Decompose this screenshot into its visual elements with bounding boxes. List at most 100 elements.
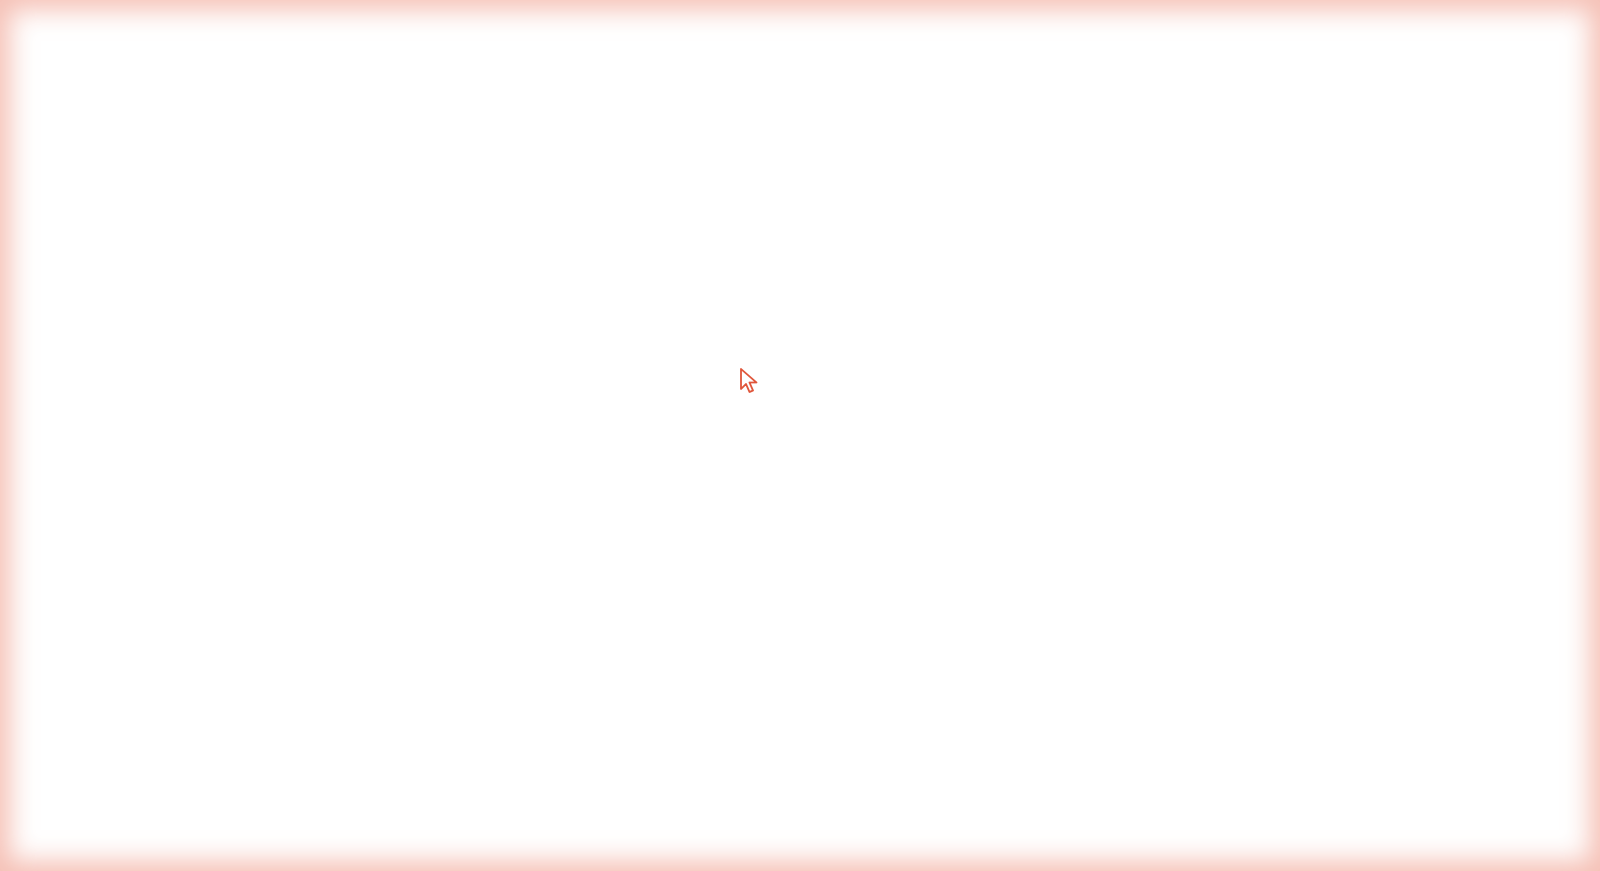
list-icon bbox=[1383, 282, 1396, 296]
from-meetings-button[interactable]: 📅 Originados de reuniões bbox=[804, 272, 1016, 307]
card-title: Redução do ciclo de vendas via educação … bbox=[323, 779, 535, 817]
search-input[interactable]: Buscar por título ou código... bbox=[296, 223, 529, 258]
close-icon[interactable] bbox=[1513, 90, 1527, 104]
trend-icon bbox=[35, 354, 52, 364]
help-circle-icon[interactable] bbox=[1557, 281, 1574, 298]
trash-icon[interactable] bbox=[530, 412, 544, 427]
column-title-pausado: Pausado (0) bbox=[957, 352, 1043, 369]
new-plan-button[interactable]: Novo Plano bbox=[1123, 21, 1261, 58]
type-select[interactable]: Todos os tipos bbox=[919, 223, 1100, 258]
show-inactive-button[interactable]: Exibir inativos bbox=[642, 272, 790, 307]
drag-handle-icon[interactable] bbox=[554, 413, 566, 427]
drag-handle-icon[interactable] bbox=[554, 751, 566, 765]
status-select[interactable]: Todos os status bbox=[542, 223, 701, 258]
sidebar-divider bbox=[0, 123, 270, 124]
sidebar-item-calendario[interactable]: Calendário bbox=[17, 193, 253, 235]
clipboard-list-icon bbox=[36, 473, 52, 491]
sidebar-item-label: Indicadores bbox=[68, 349, 146, 367]
show-inactive-label: Exibir inativos bbox=[681, 281, 774, 298]
page-title-text: Planos de Ação bbox=[305, 16, 446, 37]
sidebar-item-planejamento[interactable]: Planejamento Estratégico bbox=[17, 282, 253, 328]
priority-select[interactable]: Todas prioridades bbox=[712, 223, 885, 258]
kanban-card[interactable]: PA-2026-004 Alta Demonstração rápida de … bbox=[305, 561, 587, 715]
bell-icon[interactable] bbox=[1491, 28, 1513, 50]
sidebar-voltar-site[interactable]: Voltar ao Site bbox=[17, 766, 253, 806]
sidebar-item-label: Planejamento Estratégico bbox=[68, 286, 160, 324]
kanban-card[interactable]: PA-2026-003 Alta Redução do ciclo de ven… bbox=[305, 730, 587, 871]
sidebar-item-indicadores[interactable]: Indicadores bbox=[17, 337, 253, 379]
help-circle-icon[interactable] bbox=[454, 18, 471, 36]
column-empty-finalizado: Nenhum plano bbox=[1371, 418, 1453, 432]
help-circle-icon[interactable] bbox=[891, 232, 908, 249]
sidebar-item-reunioes[interactable]: Reuniões bbox=[17, 538, 253, 580]
sidebar-item-checklists[interactable]: Checklists & Pesquisas bbox=[17, 584, 253, 626]
trash-icon[interactable] bbox=[852, 412, 866, 427]
chevron-down-icon bbox=[1453, 238, 1463, 245]
export-csv-button[interactable]: CSV bbox=[929, 21, 1009, 58]
progress-label: 0% bbox=[874, 490, 893, 504]
company-name: MVD Demonstração Ltda bbox=[25, 76, 179, 91]
sidebar-item-inicio[interactable]: Início bbox=[17, 147, 253, 189]
view-dashboard-button[interactable]: Dashboard bbox=[1249, 273, 1370, 306]
date-to-input[interactable]: dd/mm/aaaa bbox=[473, 272, 630, 307]
priority-select-value: Todas prioridades bbox=[725, 232, 844, 249]
filters-toolbar: Buscar por título ou código... Todos os … bbox=[271, 210, 1600, 320]
kanban-card[interactable]: PA-2026-001 Alta Eliminar acúmulo de ite… bbox=[627, 392, 909, 546]
sidebar-item-chamados[interactable]: Chamados bbox=[17, 629, 253, 671]
export-excel-label: Excel bbox=[1059, 31, 1096, 48]
progress-label: 0% bbox=[552, 828, 571, 842]
new-plan-label: Novo Plano bbox=[1165, 31, 1243, 48]
priority-badge: Alta bbox=[478, 747, 523, 768]
date-range-separator: a bbox=[459, 286, 467, 301]
export-excel-button[interactable]: Excel bbox=[1022, 21, 1109, 58]
user-avatar[interactable]: D bbox=[1532, 22, 1566, 56]
sparkles-icon bbox=[1293, 33, 1308, 47]
sidebar-termos[interactable]: Termos e Políticas bbox=[17, 720, 253, 760]
chevron-down-icon bbox=[1241, 238, 1251, 245]
help-button[interactable]: Ajuda bbox=[1381, 21, 1471, 58]
sidebar-item-label: Chamados bbox=[68, 641, 141, 659]
sidebar-item-label: Reuniões bbox=[68, 550, 132, 568]
sidebar-sair[interactable]: Sair bbox=[17, 812, 253, 852]
page-subtitle: Gerencie planos com metodologia 5W2H bbox=[305, 46, 579, 63]
area-select[interactable]: Todas áreas bbox=[1114, 223, 1262, 258]
quota-badge[interactable]: 5.5/250 bbox=[1277, 27, 1371, 53]
kanban-icon bbox=[1461, 282, 1476, 297]
sidebar-item-planos-de-acao[interactable]: Planos de Ação bbox=[17, 461, 253, 503]
drag-handle-icon[interactable] bbox=[876, 413, 888, 427]
sidebar-item-label: Projetos bbox=[68, 427, 124, 445]
kanban-card[interactable]: PA-2026-005 Alta Estratégia de canais in… bbox=[305, 392, 587, 546]
trash-icon[interactable] bbox=[530, 750, 544, 765]
target-icon bbox=[35, 296, 53, 314]
progress-bar bbox=[645, 495, 866, 500]
sidebar-item-projetos[interactable]: Projetos bbox=[17, 415, 253, 457]
date-from-value: dd/mm/aaaa bbox=[309, 281, 393, 298]
main-content: Tudo que sua equipe precisa executar Cad… bbox=[271, 82, 1600, 871]
card-code: PA-2026-001 bbox=[645, 412, 728, 427]
export-csv-label: CSV bbox=[965, 31, 997, 48]
cell-select[interactable]: Todas células bbox=[1276, 223, 1474, 258]
tip-more-link[interactable]: Saiba mais bbox=[347, 162, 409, 176]
from-meetings-label: Originados de reuniões bbox=[844, 281, 1000, 298]
sidebar-footer-divider bbox=[0, 702, 270, 703]
calendar-icon bbox=[35, 206, 53, 223]
card-title: Demonstração rápida de ROI para PMEs bbox=[323, 610, 553, 648]
column-empty-pausado: Nenhum plano bbox=[1049, 418, 1131, 432]
card-title: Estratégia de canais indiretos com conta… bbox=[323, 441, 553, 479]
section-operacional: OPERACIONAL bbox=[34, 521, 117, 533]
trash-icon[interactable] bbox=[530, 581, 544, 596]
progress-bar bbox=[323, 833, 544, 838]
card-code: PA-2026-003 bbox=[323, 750, 406, 765]
company-sub: Serviços de Gestão e Consultoria bbox=[25, 93, 212, 107]
document-icon bbox=[37, 731, 50, 749]
chevron-down-icon bbox=[864, 238, 874, 245]
drag-handle-icon[interactable] bbox=[554, 582, 566, 596]
brand-name: MVD bbox=[76, 14, 110, 32]
view-list-button[interactable]: Lista bbox=[1369, 273, 1449, 306]
date-from-input[interactable]: dd/mm/aaaa bbox=[296, 272, 452, 307]
brand[interactable]: MVD MVD Gestão bbox=[24, 8, 264, 54]
sidebar-item-label: Checklists & Pesquisas bbox=[68, 596, 224, 614]
card-code: PA-2026-005 bbox=[323, 412, 406, 427]
view-kanban-button[interactable]: Kanban bbox=[1448, 273, 1547, 306]
brand-sub: Gestão bbox=[76, 31, 118, 47]
